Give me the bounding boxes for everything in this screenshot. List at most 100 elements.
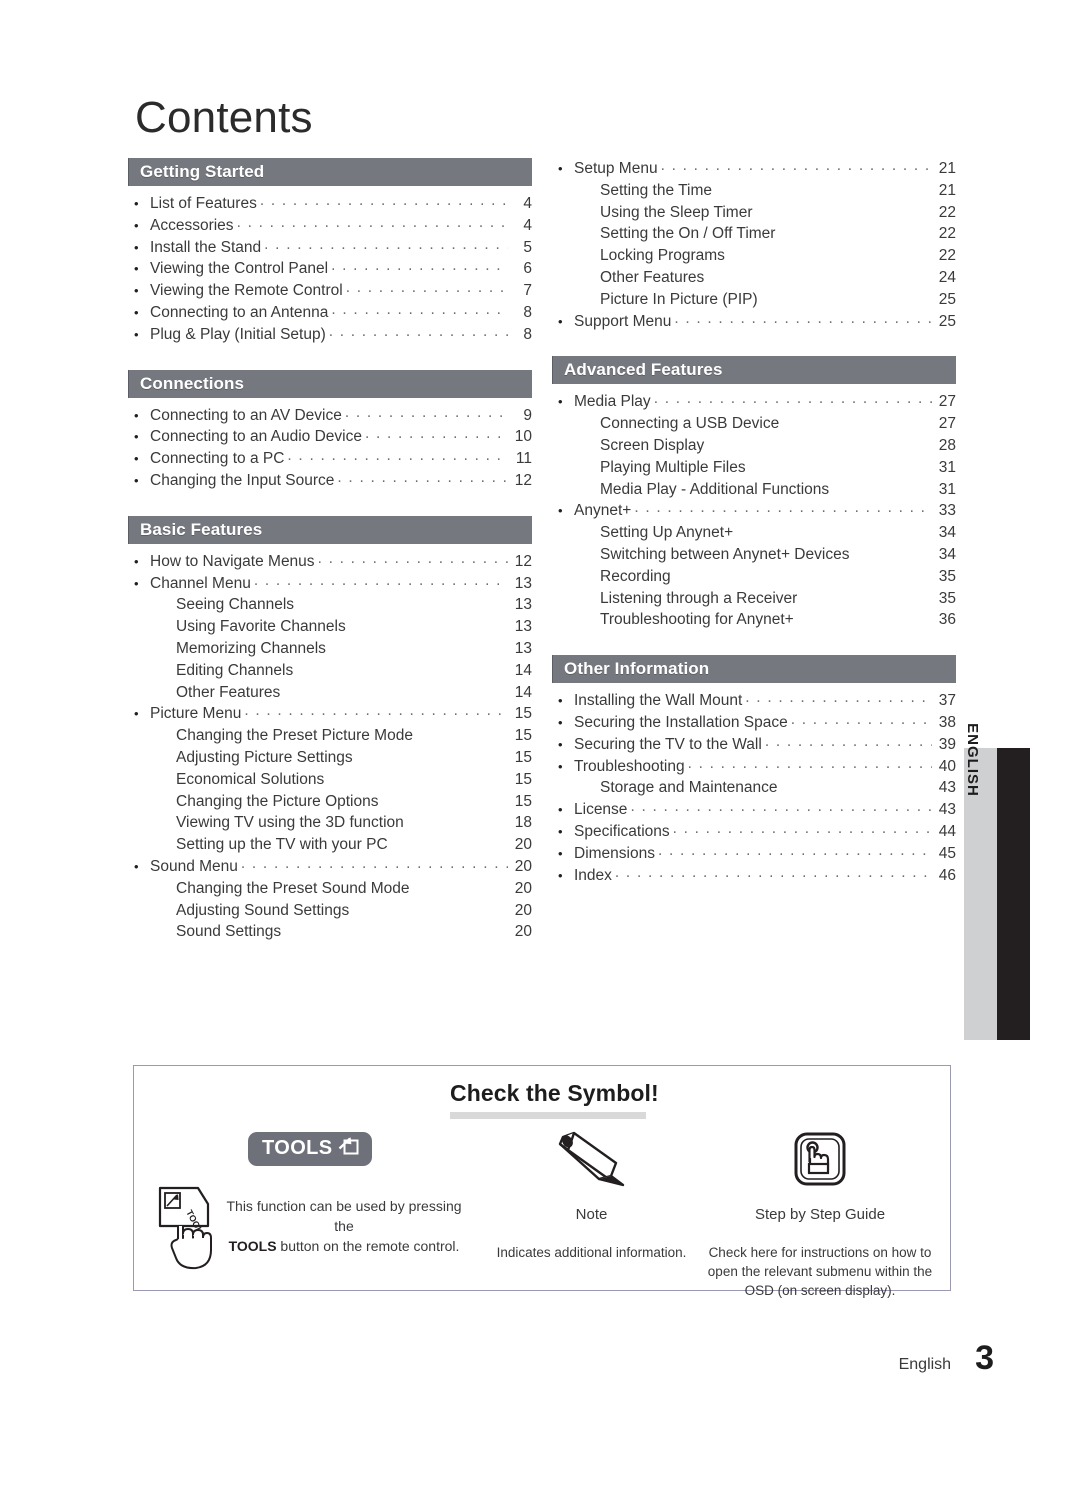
toc-entry-label: Connecting to an AV Device — [150, 406, 342, 424]
toc-entry-label: Viewing the Control Panel — [150, 260, 329, 278]
toc-entry-secondary[interactable]: Listening through a Receiver. . . . . . … — [552, 588, 956, 610]
toc-entry-secondary[interactable]: Playing Multiple Files. . . . . . . . . … — [552, 457, 956, 479]
toc-entry-page: 27 — [938, 415, 956, 433]
toc-entry-label: Troubleshooting — [574, 757, 685, 775]
toc-entry-secondary[interactable]: Editing Channels. . . . . . . . . . . . … — [128, 660, 532, 682]
toc-entry-page: 5 — [523, 238, 532, 256]
toc-leader-dots: . . . . . . . . . . . . . . . . . . . . … — [236, 213, 508, 231]
toc-entry-secondary[interactable]: Using Favorite Channels. . . . . . . . .… — [128, 616, 532, 638]
toc-entry-primary[interactable]: • Support Menu. . . . . . . . . . . . . .… — [552, 309, 956, 333]
toc-entry-primary[interactable]: • Index. . . . . . . . . . . . . . . . . … — [552, 863, 956, 887]
toc-entry-secondary[interactable]: Setting the Time. . . . . . . . . . . . … — [552, 180, 956, 202]
toc-entry-secondary[interactable]: Switching between Anynet+ Devices. . . .… — [552, 544, 956, 566]
toc-entry-primary[interactable]: • Anynet+. . . . . . . . . . . . . . . . … — [552, 499, 956, 522]
toc-entry-primary[interactable]: • Setup Menu. . . . . . . . . . . . . . .… — [552, 157, 956, 180]
toc-entry-page: 25 — [938, 312, 956, 330]
side-language-tab: ENGLISH — [964, 723, 997, 1040]
toc-entry-label: Connecting to a PC — [150, 450, 285, 468]
bullet-icon: • — [134, 304, 139, 320]
toc-entry-label: Using the Sleep Timer — [600, 203, 753, 221]
toc-section-header: Getting Started — [128, 158, 532, 186]
bullet-icon: • — [558, 394, 563, 410]
toc-entry-page: 15 — [514, 727, 532, 745]
toc-entry-secondary[interactable]: Changing the Picture Options. . . . . . … — [128, 791, 532, 813]
toc-entry-primary[interactable]: • Changing the Input Source. . . . . . . … — [128, 469, 532, 492]
toc-leader-dots: . . . . . . . . . . . . . . . . . . . . … — [614, 863, 932, 881]
toc-entry-secondary[interactable]: Viewing TV using the 3D function. . . . … — [128, 812, 532, 834]
bullet-icon: • — [558, 845, 563, 861]
toc-entry-secondary[interactable]: Setting Up Anynet+. . . . . . . . . . . … — [552, 522, 956, 544]
toc-entry-secondary[interactable]: Seeing Channels. . . . . . . . . . . . .… — [128, 594, 532, 616]
toc-leader-dots: . . . . . . . . . . . . . . . . . . . . … — [674, 309, 932, 327]
bullet-icon: • — [558, 313, 563, 329]
side-language-tab-label: ENGLISH — [963, 723, 981, 797]
toc-entry-primary[interactable]: • Sound Menu. . . . . . . . . . . . . . .… — [128, 855, 532, 878]
toc-entry-secondary[interactable]: Locking Programs. . . . . . . . . . . . … — [552, 245, 956, 267]
toc-entry-secondary[interactable]: Setting the On / Off Timer. . . . . . . … — [552, 223, 956, 245]
toc-entry-page: 28 — [938, 436, 956, 454]
toc-section-header: Other Information — [552, 655, 956, 684]
toc-entry-label: Memorizing Channels — [176, 639, 326, 657]
toc-entry-label: Setup Menu — [574, 160, 658, 177]
tools-description-text: This function can be used by pressing th… — [216, 1182, 472, 1256]
toc-entry-label: Setting the Time — [600, 181, 713, 199]
toc-entry-page: 15 — [514, 770, 532, 788]
toc-entry-page: 4 — [523, 195, 532, 212]
toc-entry-secondary[interactable]: Recording. . . . . . . . . . . . . . . .… — [552, 566, 956, 588]
toc-entry-label: Playing Multiple Files — [600, 458, 746, 476]
toc-entry-primary[interactable]: • Media Play. . . . . . . . . . . . . . .… — [552, 390, 956, 413]
toc-leader-dots: . . . . . . . . . . . . . . . . . . . . … — [657, 841, 932, 859]
toc-leader-dots: . . . . . . . . . . . . . . . . . . . . … — [328, 322, 508, 340]
toc-entry-secondary[interactable]: Changing the Preset Sound Mode. . . . . … — [128, 878, 532, 900]
toc-entry-secondary[interactable]: Troubleshooting for Anynet+. . . . . . .… — [552, 609, 956, 631]
toc-entry-primary[interactable]: • Plug & Play (Initial Setup). . . . . . … — [128, 322, 532, 346]
toc-entry-primary[interactable]: • Channel Menu. . . . . . . . . . . . . .… — [128, 571, 532, 595]
toc-entry-secondary[interactable]: Adjusting Sound Settings. . . . . . . . … — [128, 900, 532, 922]
toc-entry-secondary[interactable]: Sound Settings. . . . . . . . . . . . . … — [128, 921, 532, 943]
toc-leader-dots: . . . . . . . . . . . . . . . . . . . . … — [244, 702, 508, 720]
toc-entry-page: 35 — [938, 589, 956, 607]
toc-entry-label: Install the Stand — [150, 238, 262, 256]
toc-entry-label: Recording — [600, 567, 671, 585]
toc-entry-page: 43 — [938, 801, 956, 819]
toc-entry-label: Securing the Installation Space — [574, 713, 788, 731]
toc-entry-page: 34 — [938, 524, 956, 542]
bullet-icon: • — [134, 407, 139, 423]
toc-entry-primary[interactable]: • Troubleshooting. . . . . . . . . . . . … — [552, 755, 956, 778]
toc-entry-page: 22 — [938, 203, 956, 221]
toc-leader-dots: . . . . . . . . . . . . . . . . . . . . … — [287, 447, 508, 465]
toc-entry-page: 6 — [523, 260, 532, 278]
toc-entry-secondary[interactable]: Economical Solutions. . . . . . . . . . … — [128, 769, 532, 791]
toc-leader-dots: . . . . . . . . . . . . . . . . . . . . … — [253, 571, 508, 589]
toc-entry-secondary[interactable]: Adjusting Picture Settings. . . . . . . … — [128, 747, 532, 769]
toc-entry-secondary[interactable]: Other Features. . . . . . . . . . . . . … — [552, 267, 956, 289]
toc-leader-dots: . . . . . . . . . . . . . . . . . . . . … — [634, 499, 932, 517]
toc-entry-page: 20 — [514, 836, 532, 854]
toc-entry-page: 33 — [938, 502, 956, 520]
toc-entry-secondary[interactable]: Screen Display. . . . . . . . . . . . . … — [552, 435, 956, 457]
toc-entry-secondary[interactable]: Connecting a USB Device. . . . . . . . .… — [552, 413, 956, 435]
bullet-icon: • — [558, 823, 563, 839]
toc-column-right: • Setup Menu . . . . . . . . . . . . . . .… — [552, 157, 956, 887]
toc-entry-primary[interactable]: • Picture Menu. . . . . . . . . . . . . .… — [128, 702, 532, 725]
toc-entry-page: 46 — [938, 866, 956, 884]
toc-entry-page: 7 — [523, 282, 532, 300]
toc-entry-secondary[interactable]: Changing the Preset Picture Mode. . . . … — [128, 725, 532, 747]
document-page: Contents Getting Started • List of Feature… — [0, 0, 1080, 1494]
toc-entry-page: 11 — [515, 450, 532, 468]
toc-entry-page: 27 — [938, 393, 956, 411]
toc-entry-label: Using Favorite Channels — [176, 618, 346, 636]
toc-entry-label: Support Menu — [574, 312, 672, 330]
toc-entry-page: 35 — [938, 567, 956, 585]
bullet-icon: • — [134, 326, 139, 342]
toc-entry-page: 15 — [514, 792, 532, 810]
toc-entry-page: 43 — [938, 779, 956, 797]
toc-entry-secondary[interactable]: Using the Sleep Timer. . . . . . . . . .… — [552, 202, 956, 224]
footer-page-number: 3 — [975, 1339, 994, 1377]
toc-entry-label: Channel Menu — [150, 574, 251, 592]
toc-entry-secondary[interactable]: Memorizing Channels. . . . . . . . . . .… — [128, 638, 532, 660]
toc-entry-page: 8 — [523, 303, 532, 321]
toc-entry-label: Changing the Input Source — [150, 471, 335, 489]
toc-entry-page: 14 — [514, 683, 532, 701]
